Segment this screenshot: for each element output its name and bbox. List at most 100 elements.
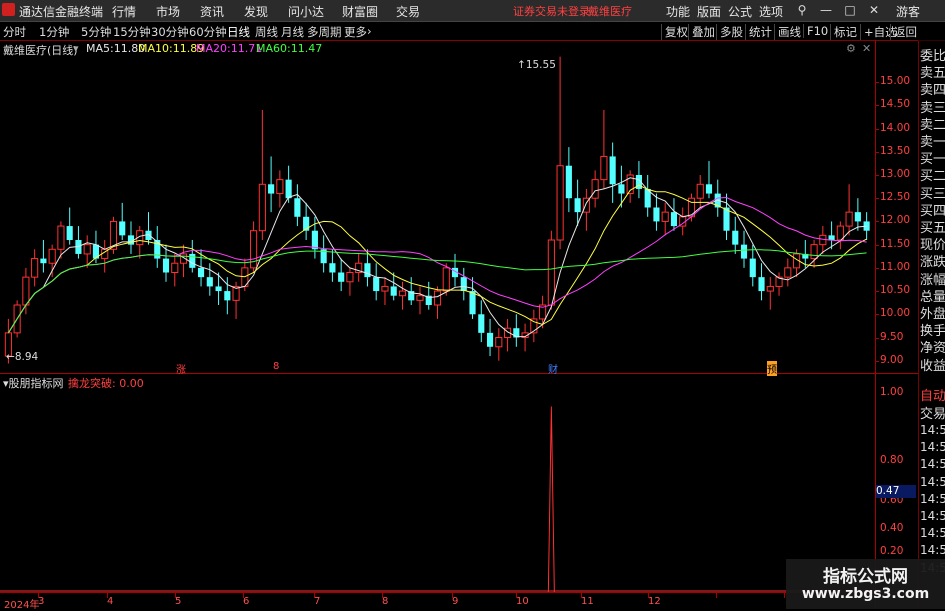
ind-ytick: 0.20 <box>880 545 904 557</box>
candle-body <box>618 184 625 194</box>
candle-body <box>486 332 494 347</box>
xtick: 7 <box>314 596 321 607</box>
trade-time: 14:56 <box>920 509 945 523</box>
xtick: 9 <box>452 596 459 607</box>
forecast-marker[interactable]: 预 <box>767 361 777 376</box>
candle-body <box>854 212 861 222</box>
candle-body <box>373 277 380 292</box>
candle-body <box>171 262 179 274</box>
watermark-title: 指标公式网 <box>823 567 908 587</box>
candle-body <box>285 179 292 199</box>
kline-chart[interactable] <box>0 0 945 609</box>
candle-body <box>48 248 56 264</box>
candle-body <box>766 285 774 292</box>
candle-body <box>162 258 170 273</box>
candle-body <box>609 156 616 185</box>
candle-body <box>66 226 73 240</box>
quote-field-label: 净资 <box>920 341 945 357</box>
ind-ytick: 0.40 <box>880 522 904 534</box>
quote-field-label: 涨跌 <box>920 255 945 271</box>
quote-field-label: 卖一 <box>920 135 945 150</box>
finance-marker[interactable]: 财 <box>548 361 558 376</box>
candle-body <box>57 225 65 250</box>
auto-toggle[interactable]: 自动 <box>920 385 945 404</box>
candle-body <box>215 286 222 292</box>
candle-body <box>329 263 336 273</box>
trade-time: 14:56 <box>920 423 945 437</box>
xtick: 11 <box>581 596 594 607</box>
quote-field-label: 卖三 <box>920 100 945 116</box>
price-ytick: 12.50 <box>880 191 911 204</box>
event-marker[interactable]: 8 <box>273 361 279 372</box>
candle-body <box>705 184 713 194</box>
quote-field-label: 换手 <box>920 324 945 340</box>
trade-time: 14:56 <box>920 457 945 472</box>
quote-field-label: 卖四 <box>920 83 945 99</box>
high-price-label: ↑15.55 <box>517 59 556 71</box>
candle-body <box>398 290 407 297</box>
ind-ytick: 1.00 <box>880 386 904 398</box>
price-ytick: 15.00 <box>880 75 911 88</box>
candle-body <box>469 291 476 315</box>
watermark: 指标公式网 www.zbgs3.com <box>786 559 945 609</box>
quote-field-label: 委比 <box>920 49 945 64</box>
candle-body <box>433 290 442 306</box>
candle-body <box>600 155 608 181</box>
price-ytick: 11.00 <box>880 260 911 273</box>
quote-field-label: 收益 <box>920 358 945 374</box>
candle-body <box>547 239 555 306</box>
quote-field-label: 涨幅 <box>920 272 945 288</box>
watermark-url: www.zbgs3.com <box>801 586 930 602</box>
candle-body <box>556 165 564 241</box>
current-indicator-value: 0.47 <box>876 485 916 498</box>
candle-body <box>364 263 371 278</box>
price-ytick: 13.00 <box>880 168 911 180</box>
candle-body <box>83 244 91 255</box>
quote-field-label: 买三 <box>920 186 945 202</box>
candle-body <box>784 267 792 278</box>
candle-body <box>661 211 669 222</box>
candle-body <box>31 258 39 278</box>
quote-field-label: 买四 <box>920 203 945 219</box>
event-marker[interactable]: 涨 <box>176 361 186 376</box>
candle-body <box>119 221 126 236</box>
price-ytick: 9.50 <box>880 330 904 343</box>
candle-body <box>416 295 424 301</box>
candle-body <box>696 183 704 199</box>
candle-body <box>574 198 581 213</box>
price-ytick: 12.00 <box>880 214 911 227</box>
trade-label[interactable]: 交易 <box>920 403 945 422</box>
price-ytick: 9.00 <box>880 353 904 366</box>
price-ytick: 10.50 <box>880 284 911 297</box>
quote-field-label: 现价 <box>920 238 945 254</box>
price-ytick: 14.50 <box>880 98 911 111</box>
candle-body <box>189 253 196 268</box>
candle-body <box>206 277 213 287</box>
price-ytick: 13.50 <box>880 144 911 157</box>
xtick: 4 <box>107 596 114 607</box>
candle-body <box>258 183 266 232</box>
candle-body <box>732 230 739 245</box>
candle-body <box>390 286 397 296</box>
xtick: 10 <box>516 596 529 607</box>
candle-body <box>740 244 748 259</box>
price-ytick: 11.50 <box>880 237 911 250</box>
candle-body <box>268 184 275 194</box>
candle-body <box>810 244 818 260</box>
candle-body <box>294 198 301 217</box>
candle-body <box>495 337 503 348</box>
quote-field-label: 买二 <box>920 169 945 185</box>
candle-body <box>442 267 450 292</box>
candles <box>4 56 870 364</box>
candle-body <box>311 230 318 250</box>
low-price-label: ←8.94 <box>6 351 39 363</box>
signal-spike <box>547 406 555 593</box>
quote-field-label: 买一 <box>920 152 945 168</box>
candle-body <box>197 267 205 278</box>
quote-field-label: 卖五 <box>920 66 945 82</box>
candle-body <box>460 277 467 292</box>
candle-body <box>22 276 30 306</box>
candle-body <box>758 277 765 292</box>
candle-body <box>346 272 354 283</box>
ind-ytick: 0.80 <box>880 454 904 466</box>
